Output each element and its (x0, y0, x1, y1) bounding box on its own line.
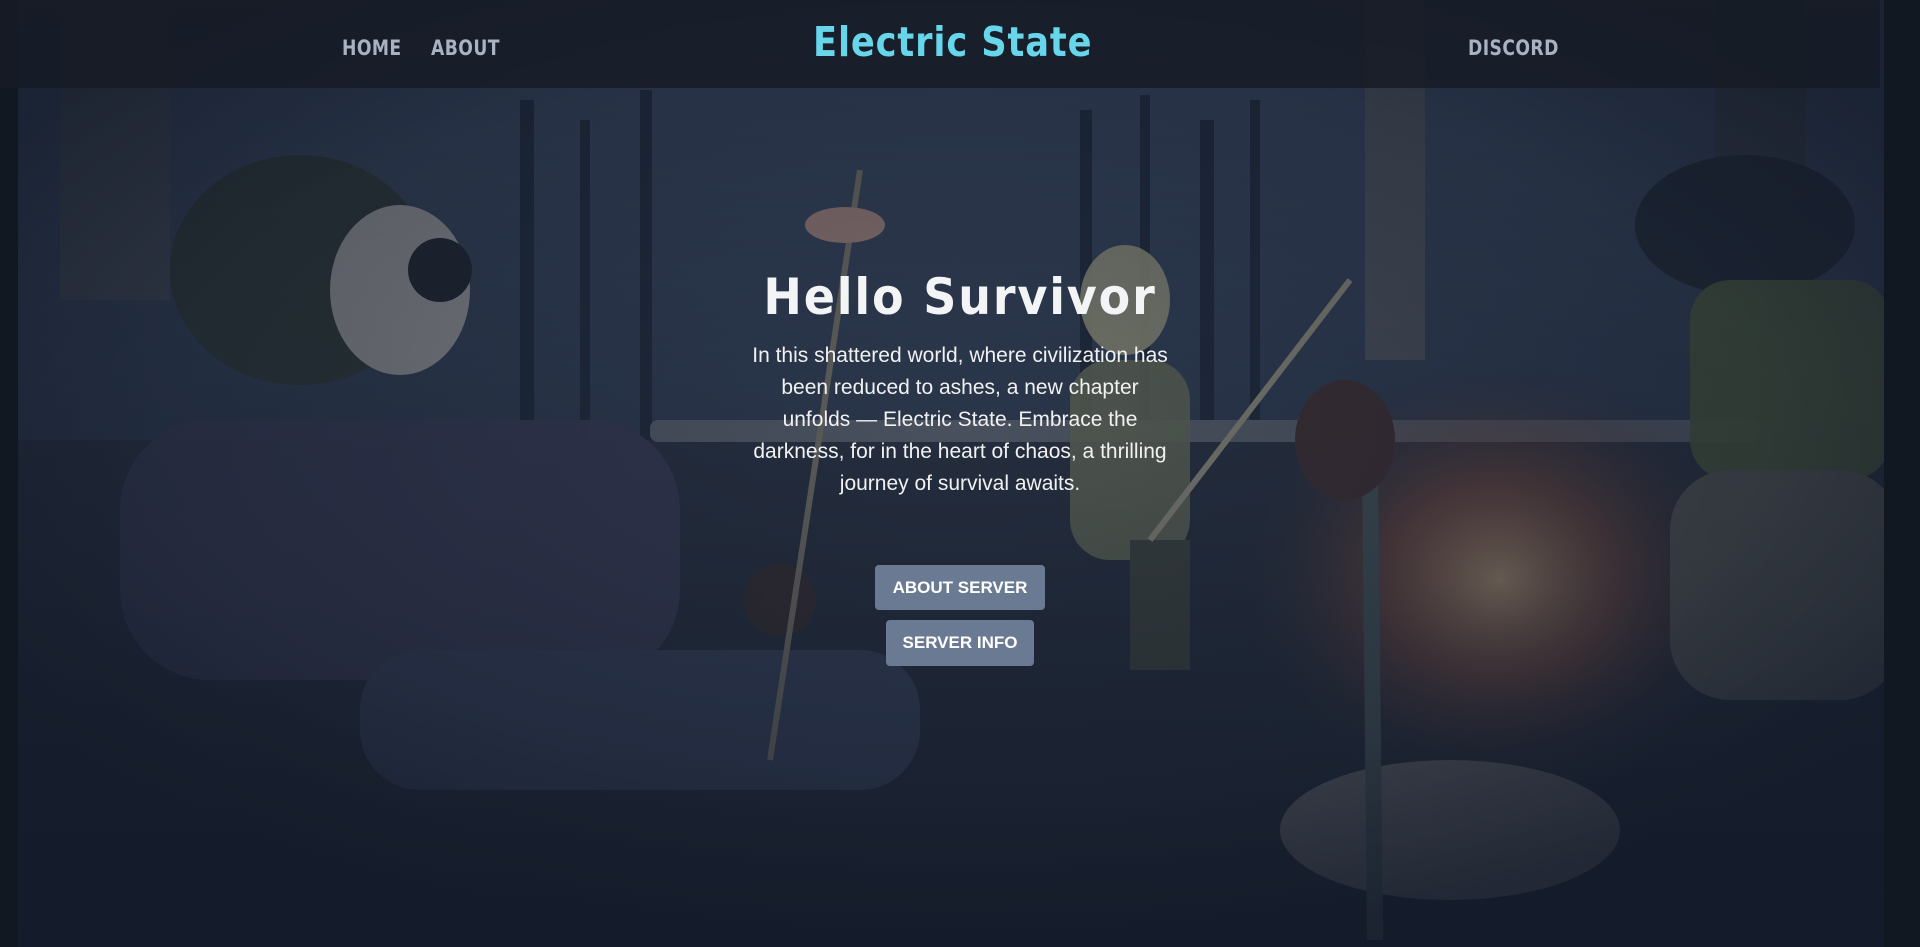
top-navbar: HOME ABOUT Electric State DISCORD (0, 0, 1880, 88)
hero-section: Hello Survivor In this shattered world, … (730, 268, 1190, 500)
about-server-button[interactable]: ABOUT SERVER (875, 565, 1045, 610)
server-info-button[interactable]: SERVER INFO (886, 620, 1034, 666)
nav-right-group: DISCORD (1468, 36, 1579, 60)
nav-home-link[interactable]: HOME (342, 36, 402, 60)
hero-title: Hello Survivor (763, 268, 1157, 326)
nav-discord-link[interactable]: DISCORD (1468, 36, 1559, 60)
page: HOME ABOUT Electric State DISCORD Hello … (0, 0, 1920, 947)
left-edge (0, 0, 18, 947)
nav-left-group: HOME ABOUT (342, 36, 515, 60)
right-edge (1884, 0, 1920, 947)
nav-about-link[interactable]: ABOUT (431, 36, 500, 60)
brand-logo-title[interactable]: Electric State (813, 18, 1092, 66)
hero-description: In this shattered world, where civilizat… (752, 344, 1168, 495)
